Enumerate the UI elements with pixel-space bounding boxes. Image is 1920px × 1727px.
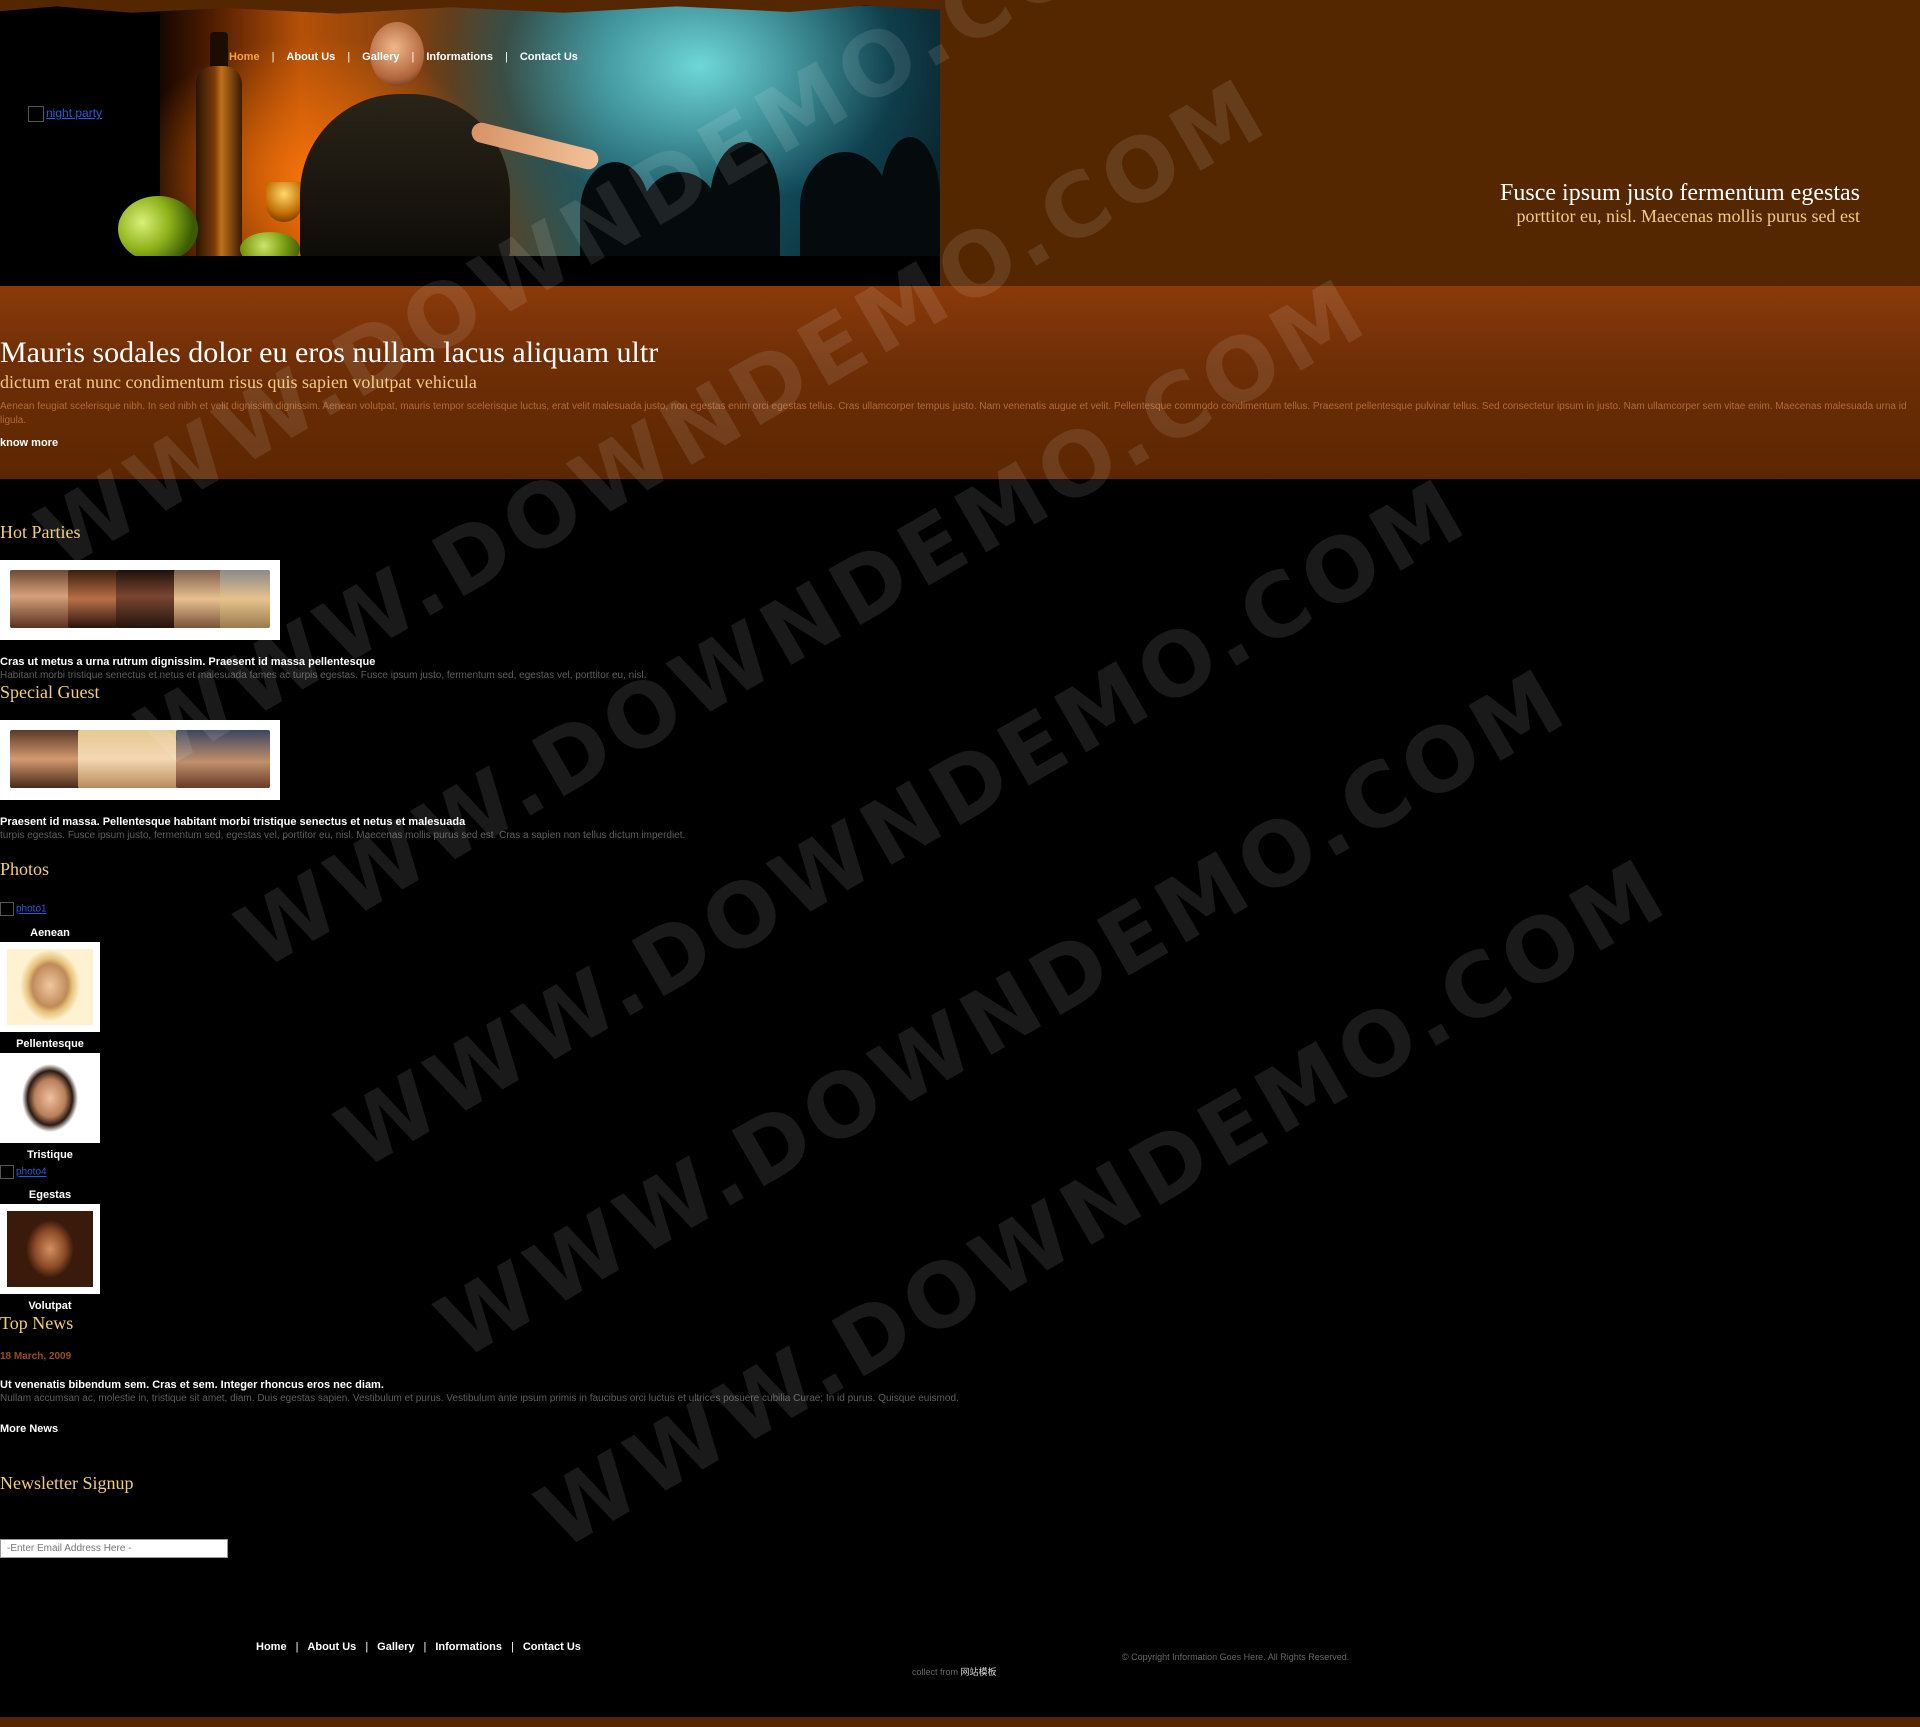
hot-parties-heading: Hot Parties (0, 522, 81, 542)
hero-party-scene (0, 6, 940, 256)
special-guest-heading: Special Guest (0, 682, 100, 702)
tagline-subtitle: porttitor eu, nisl. Maecenas mollis puru… (1516, 206, 1860, 226)
photo-caption: Egestas (28, 1189, 72, 1201)
banner-subtitle: dictum erat nunc condimentum risus quis … (0, 372, 477, 392)
photo-sunglasses-woman (7, 1211, 93, 1287)
nav-contact-us[interactable]: Contact Us (520, 51, 578, 63)
dancer-body (300, 94, 510, 256)
hot-parties-image[interactable] (0, 560, 280, 640)
footer-nav-informations[interactable]: Informations (435, 1641, 502, 1653)
photo-caption: Aenean (30, 927, 70, 939)
photo-smiling-woman (7, 1060, 93, 1136)
nav-informations[interactable]: Informations (426, 51, 493, 63)
footer-nav-about-us[interactable]: About Us (307, 1641, 356, 1653)
watermark: WWW.DOWNDEMO.COM (320, 456, 1486, 1190)
photo-thumb-3[interactable] (0, 1053, 100, 1143)
more-news-link[interactable]: More News (0, 1423, 58, 1435)
hero-image: night party Home | About Us | Gallery | Inform… (0, 0, 940, 286)
special-guest-text: turpis egestas. Fusce ipsum justo, ferme… (0, 830, 686, 841)
photo-link-1[interactable]: photo1 (0, 902, 47, 916)
broken-image-icon (28, 106, 44, 122)
special-guest-image[interactable] (0, 720, 280, 800)
top-news-heading: Top News (0, 1313, 74, 1333)
bottom-bar (0, 1717, 1920, 1727)
guest-faces (10, 730, 270, 788)
grapes (240, 232, 300, 256)
intro-banner: Mauris sodales dolor eu eros nullam lacu… (0, 286, 1920, 479)
photo-thumb-5[interactable] (0, 1204, 100, 1294)
copyright-text: © Copyright Information Goes Here. All R… (1122, 1652, 1350, 1662)
email-field[interactable] (0, 1539, 228, 1558)
collect-prefix: collect from (912, 1667, 959, 1677)
banner-title: Mauris sodales dolor eu eros nullam lacu… (0, 336, 659, 369)
party-faces (10, 570, 270, 628)
nav-separator: | (504, 51, 508, 63)
nav-separator: | (510, 1641, 514, 1653)
broken-image-icon (0, 1165, 14, 1179)
nav-separator: | (365, 1641, 369, 1653)
wine-bottle (196, 66, 242, 256)
photo-alt-text: photo4 (16, 1166, 47, 1178)
photos-heading: Photos (0, 859, 50, 879)
footer-nav: Home | About Us | Gallery | Informations | Conta… (256, 1641, 581, 1653)
nav-separator: | (411, 51, 415, 63)
hot-parties-headline: Cras ut metus a urna rutrum dignissim. P… (0, 656, 376, 668)
header-tagline: Fusce ipsum justo fermentum egestas port… (1500, 180, 1860, 226)
footer-nav-home[interactable]: Home (256, 1641, 287, 1653)
newsletter-heading: Newsletter Signup (0, 1473, 134, 1493)
photo-caption: Pellentesque (16, 1038, 84, 1050)
news-text: Nullam accumsan ac, molestie in, tristiq… (0, 1393, 959, 1404)
wine-glass (266, 182, 302, 222)
hot-parties-text: Habitant morbi tristique senectus et net… (0, 670, 647, 681)
nav-home[interactable]: Home (229, 51, 260, 63)
footer-nav-contact-us[interactable]: Contact Us (523, 1641, 581, 1653)
crowd-silhouettes (560, 126, 940, 256)
photo-blonde-woman (7, 949, 93, 1025)
photo-alt-text: photo1 (16, 903, 47, 915)
nav-separator: | (271, 51, 275, 63)
watermark: WWW.DOWNDEMO.COM (420, 646, 1586, 1380)
hero-bottom-strip (0, 256, 940, 286)
banner-body: Aenean feugiat scelerisque nibh. In sed … (0, 401, 1907, 426)
broken-image-icon (0, 902, 14, 916)
special-guest-headline: Praesent id massa. Pellentesque habitant… (0, 816, 466, 828)
photo-thumb-2[interactable] (0, 942, 100, 1032)
grapes (118, 196, 198, 256)
nav-separator: | (347, 51, 351, 63)
footer-nav-gallery[interactable]: Gallery (377, 1641, 414, 1653)
nav-about-us[interactable]: About Us (286, 51, 335, 63)
header: night party Home | About Us | Gallery | Inform… (0, 0, 1920, 286)
photo-caption: Tristique (27, 1149, 73, 1161)
know-more-link[interactable]: know more (0, 437, 58, 449)
photo-caption: Volutpat (28, 1300, 72, 1312)
nav-separator: | (295, 1641, 299, 1653)
collect-link[interactable]: 网站模板 (961, 1667, 997, 1677)
nav-gallery[interactable]: Gallery (362, 51, 399, 63)
nav-separator: | (423, 1641, 427, 1653)
news-date: 18 March, 2009 (0, 1351, 72, 1362)
watermark: WWW.DOWNDEMO.COM (520, 836, 1686, 1570)
collect-from: collect from 网站模板 (912, 1665, 997, 1678)
news-headline: Ut venenatis bibendum sem. Cras et sem. … (0, 1379, 384, 1391)
top-nav: Home | About Us | Gallery | Informations | Conta… (229, 51, 578, 63)
logo-alt-text: night party (46, 106, 103, 121)
photo-link-4[interactable]: photo4 (0, 1165, 47, 1179)
logo-link[interactable]: night party (28, 106, 102, 122)
tagline-title: Fusce ipsum justo fermentum egestas (1500, 180, 1860, 206)
